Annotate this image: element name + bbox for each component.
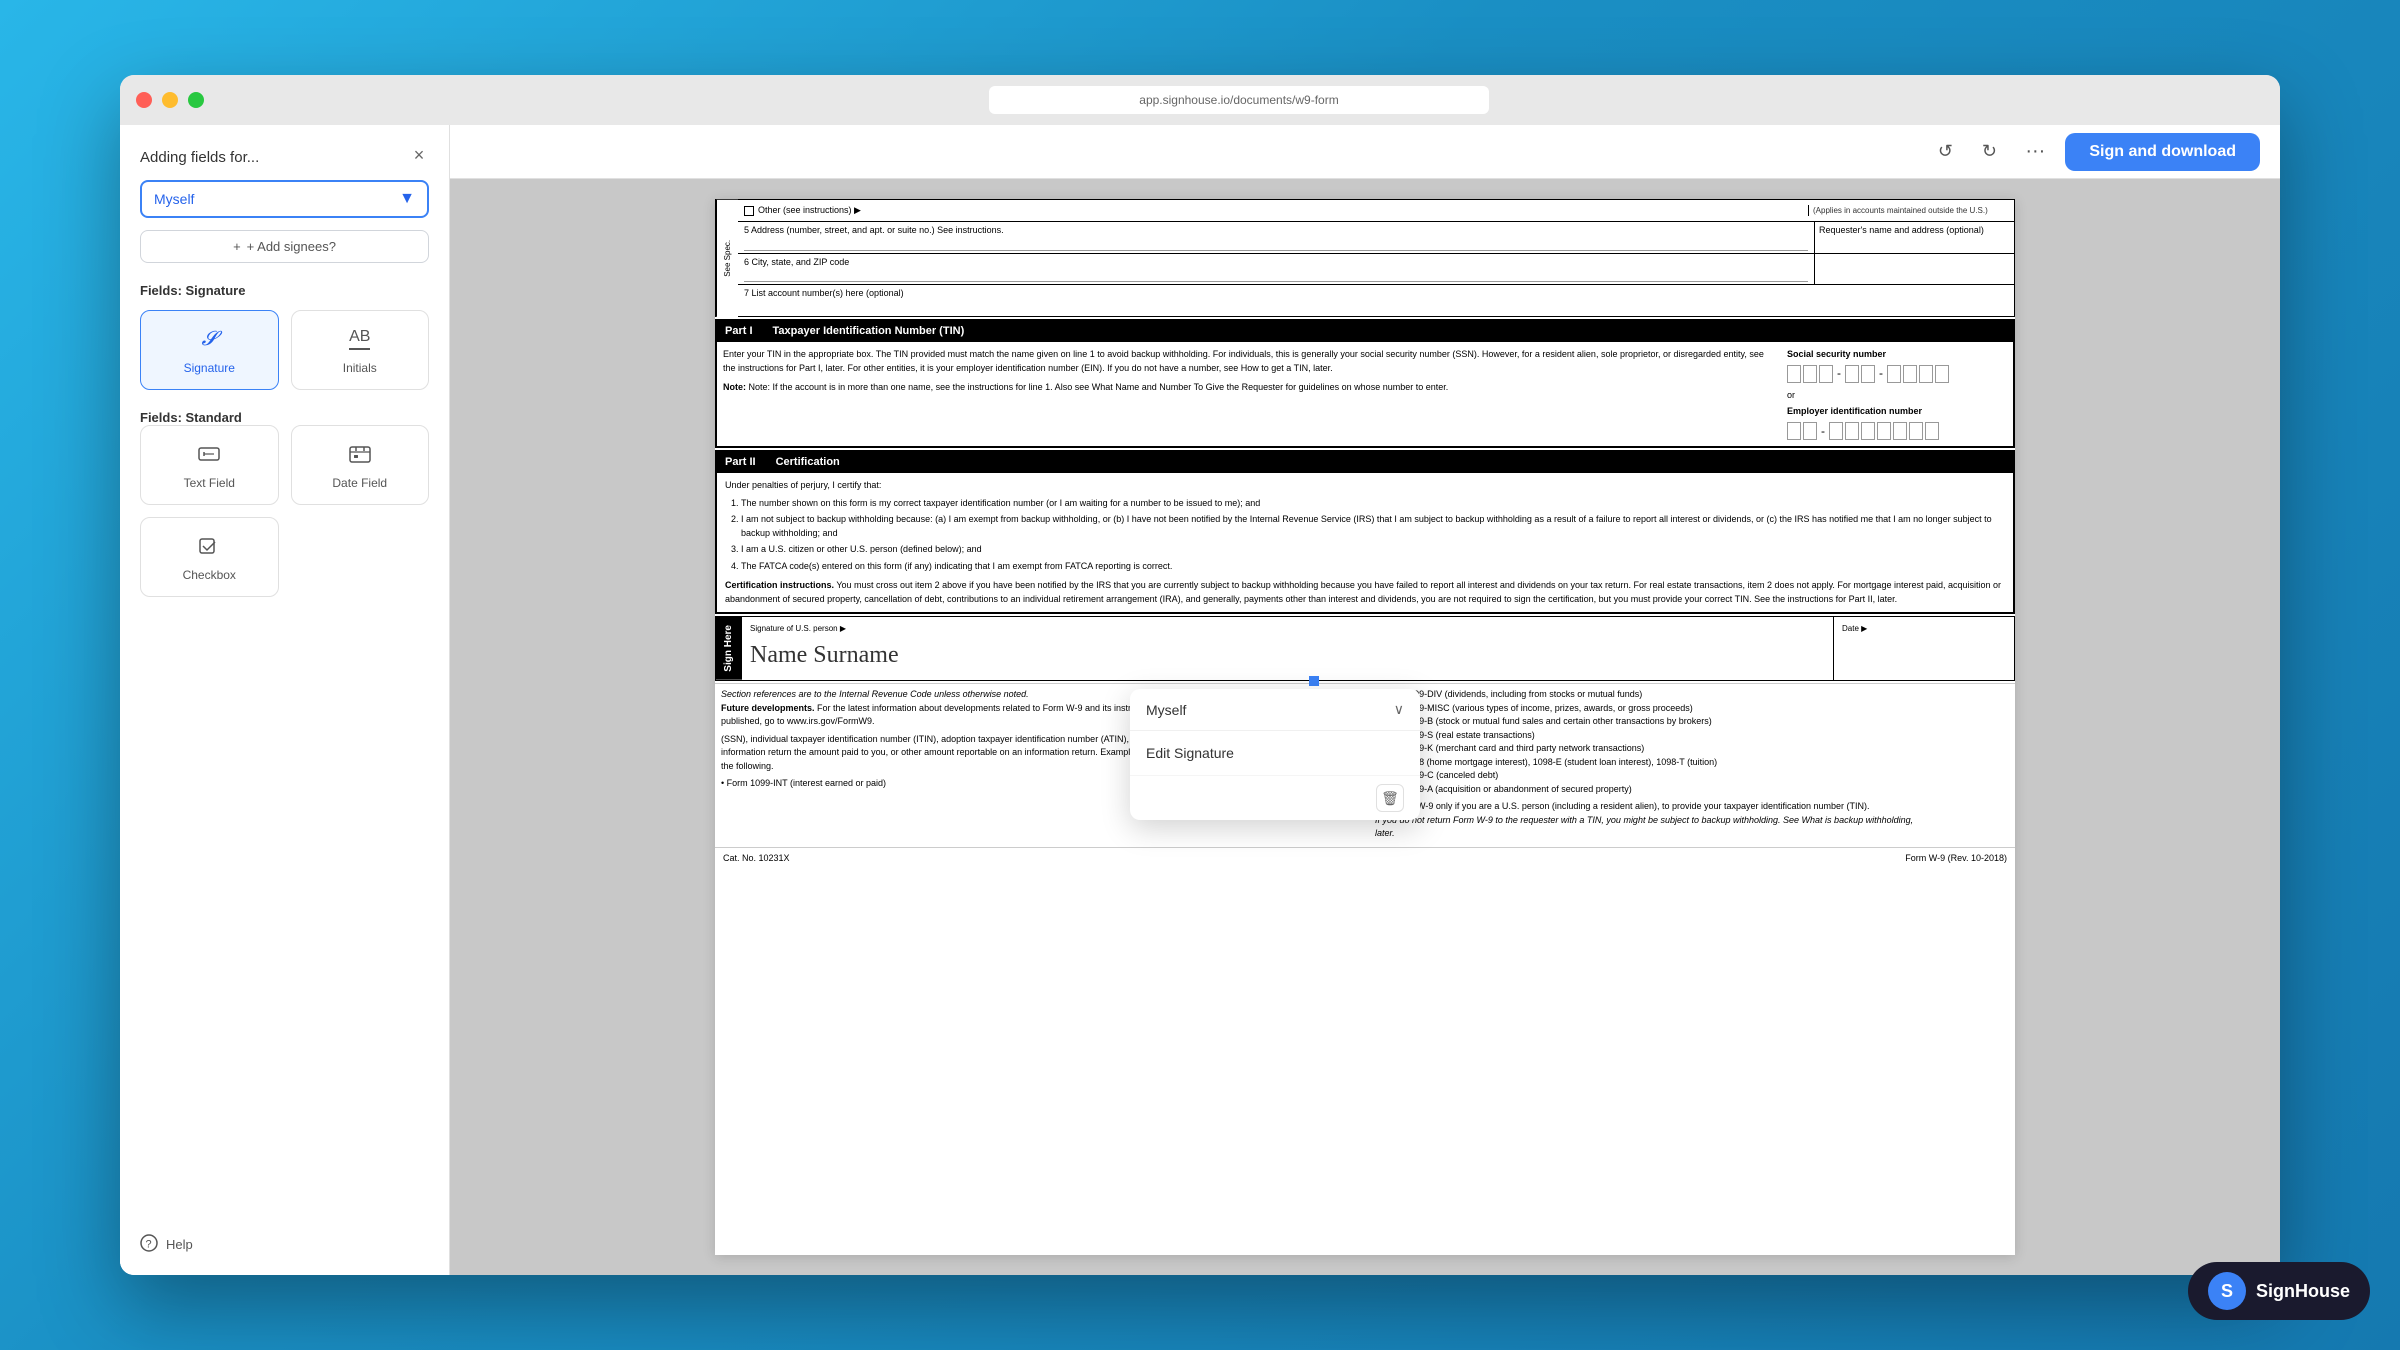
or-text: or — [1787, 389, 2007, 402]
bottom-1099-s: • Form 1099-S (real estate transactions) — [1375, 729, 2009, 743]
signhouse-logo: S — [2208, 1272, 2246, 1310]
document-scroll-area[interactable]: See Spec. Other (see instructions) ▶ (Ap… — [450, 179, 2280, 1275]
row6-label: 6 City, state, and ZIP code — [744, 256, 1808, 269]
delete-signature-button[interactable]: 🗑 — [1376, 784, 1404, 812]
fields-standard-label: Fields: Standard — [140, 410, 429, 425]
browser-titlebar: app.signhouse.io/documents/w9-form — [120, 75, 2280, 125]
more-options-button[interactable]: ··· — [2017, 136, 2053, 167]
sign-download-button[interactable]: Sign and download — [2065, 133, 2260, 171]
signature-field-button[interactable]: 𝓢 Signature — [140, 310, 279, 390]
ssn-label: Social security number — [1787, 348, 2007, 361]
text-field-icon — [193, 440, 225, 468]
date-field-button[interactable]: Date Field — [291, 425, 430, 505]
close-sidebar-button[interactable]: × — [405, 141, 433, 169]
help-label[interactable]: Help — [166, 1237, 193, 1252]
trash-icon: 🗑 — [1381, 790, 1399, 807]
document-page: See Spec. Other (see instructions) ▶ (Ap… — [715, 199, 2015, 1255]
part1-title: Part I — [725, 324, 753, 339]
help-icon: ? — [140, 1234, 158, 1255]
more-icon: ··· — [2025, 140, 2045, 162]
bottom-1098: • Form 1098 (home mortgage interest), 10… — [1375, 756, 2009, 770]
bottom-use-w9: Use Form W-9 only if you are a U.S. pers… — [1375, 800, 2009, 814]
date-field-icon — [344, 440, 376, 468]
signhouse-badge: S SignHouse — [2188, 1262, 2370, 1320]
svg-text:?: ? — [146, 1239, 152, 1251]
undo-icon: ↺ — [1938, 141, 1953, 162]
bottom-1099-k: • Form 1099-K (merchant card and third p… — [1375, 742, 2009, 756]
cert-item-3: I am a U.S. citizen or other U.S. person… — [741, 543, 2005, 557]
undo-button[interactable]: ↺ — [1929, 136, 1961, 168]
cert-item-2: I am not subject to backup withholding b… — [741, 513, 2005, 540]
row5-right-label: Requester's name and address (optional) — [1819, 225, 1984, 235]
date-label: Date ▶ — [1842, 624, 1867, 633]
bottom-if-not2: later. — [1375, 827, 2009, 841]
row5-label: 5 Address (number, street, and apt. or s… — [744, 224, 1808, 237]
cert-intro: Under penalties of perjury, I certify th… — [725, 479, 2005, 493]
cert-item-1: The number shown on this form is my corr… — [741, 497, 2005, 511]
bottom-1099-a: • Form 1099-A (acquisition or abandonmen… — [1375, 783, 2009, 797]
add-signees-button[interactable]: + + Add signees? — [140, 230, 429, 263]
cert-item-4: The FATCA code(s) entered on this form (… — [741, 560, 2005, 574]
sidebar-title: Adding fields for... — [140, 149, 429, 166]
sig-field-label: Signature of U.S. person ▶ — [750, 623, 1825, 634]
cat-no: Cat. No. 10231X — [723, 852, 790, 865]
chevron-down-icon: ∨ — [1394, 701, 1404, 718]
browser-content: × Adding fields for... Myself ▼ + + Add … — [120, 125, 2280, 1275]
browser-url-bar[interactable]: app.signhouse.io/documents/w9-form — [989, 86, 1489, 114]
fields-signature-label: Fields: Signature — [140, 283, 429, 298]
bottom-1099-div: • Form 1099-DIV (dividends, including fr… — [1375, 688, 2009, 702]
row7-label: 7 List account number(s) here (optional) — [744, 287, 2008, 300]
form-name: Form W-9 (Rev. 10-2018) — [1905, 852, 2007, 865]
fields-standard-row: Text Field Date Field — [140, 425, 429, 597]
dropdown-footer: 🗑 — [1130, 776, 1420, 820]
other-checkbox-label: Other (see instructions) ▶ — [758, 204, 861, 217]
signature-dropdown-popup: Myself ∨ Edit Signature 🗑 — [1130, 689, 1420, 820]
edit-signature-item[interactable]: Edit Signature — [1130, 731, 1420, 776]
signhouse-name: SignHouse — [2256, 1281, 2350, 1302]
part1-note: Note: If the account is in more than one… — [749, 382, 1449, 392]
checkbox-icon — [193, 532, 225, 560]
signee-dropdown[interactable]: Myself ▼ — [140, 180, 429, 218]
browser-window: app.signhouse.io/documents/w9-form × Add… — [120, 75, 2280, 1275]
text-field-button[interactable]: Text Field — [140, 425, 279, 505]
bottom-1099-misc: • Form 1099-MISC (various types of incom… — [1375, 702, 2009, 716]
signature-sample: Name Surname — [750, 639, 1825, 673]
chevron-down-icon: ▼ — [399, 190, 415, 208]
fields-signature-row: 𝓢 Signature AB Initials — [140, 310, 429, 390]
document-area: ↺ ↻ ··· Sign and download See Spe — [450, 125, 2280, 1275]
signee-name: Myself — [154, 191, 194, 207]
cert-instructions: Certification instructions. You must cro… — [725, 579, 2005, 606]
initials-icon: AB — [344, 325, 376, 353]
doc-toolbar: ↺ ↻ ··· Sign and download — [450, 125, 2280, 179]
dropdown-signee: Myself — [1146, 702, 1186, 718]
part1-text: Enter your TIN in the appropriate box. T… — [723, 348, 1777, 375]
checkbox-field-button[interactable]: Checkbox — [140, 517, 279, 597]
initials-field-button[interactable]: AB Initials — [291, 310, 430, 390]
part1-heading: Taxpayer Identification Number (TIN) — [773, 324, 965, 339]
dropdown-header[interactable]: Myself ∨ — [1130, 689, 1420, 731]
minimize-traffic-light[interactable] — [162, 92, 178, 108]
bottom-1099-b: • Form 1099-B (stock or mutual fund sale… — [1375, 715, 2009, 729]
part2-heading: Certification — [776, 455, 840, 470]
redo-button[interactable]: ↻ — [1973, 136, 2005, 168]
plus-icon: + — [233, 239, 241, 254]
sign-here-label: Sign Here — [722, 625, 736, 672]
ein-label: Employer identification number — [1787, 405, 2007, 418]
part2-title: Part II — [725, 455, 756, 470]
help-section: ? Help — [140, 1224, 193, 1255]
close-traffic-light[interactable] — [136, 92, 152, 108]
bottom-if-not: If you do not return Form W-9 to the req… — [1375, 814, 2009, 828]
signature-icon: 𝓢 — [193, 325, 225, 353]
maximize-traffic-light[interactable] — [188, 92, 204, 108]
sidebar: × Adding fields for... Myself ▼ + + Add … — [120, 125, 450, 1275]
bottom-1099-c: • Form 1099-C (canceled debt) — [1375, 769, 2009, 783]
redo-icon: ↻ — [1982, 141, 1997, 162]
